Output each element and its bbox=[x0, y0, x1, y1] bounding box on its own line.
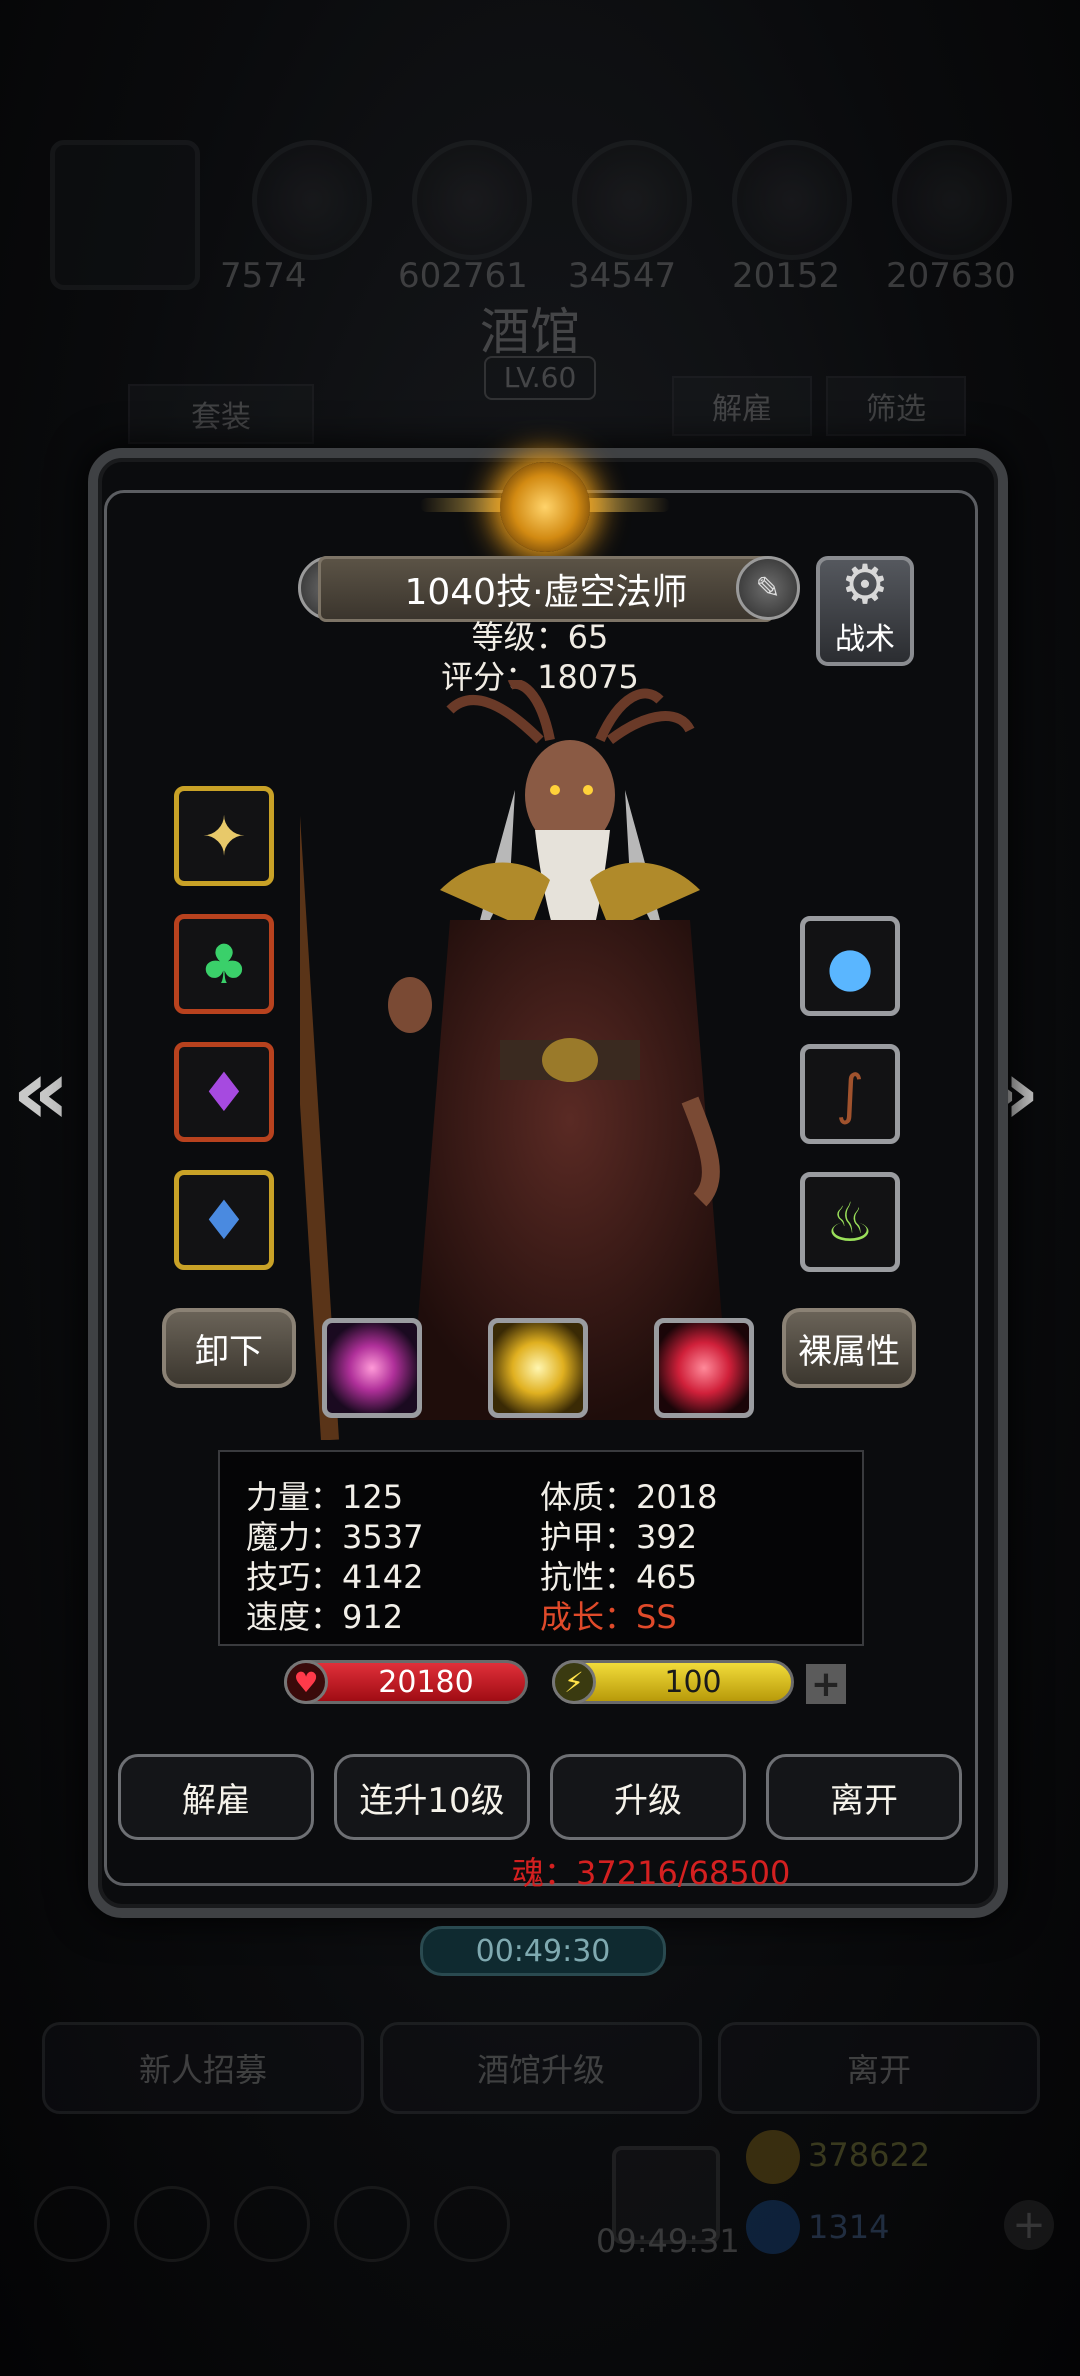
bottom-nav-icon-1[interactable] bbox=[34, 2186, 110, 2262]
orb-slot-blue-orb-icon[interactable]: ● bbox=[800, 916, 900, 1016]
countdown-timer: 00:49:30 bbox=[420, 1926, 666, 1976]
bottom-nav-icon-3[interactable] bbox=[234, 2186, 310, 2262]
lightning-icon: ⚡ bbox=[552, 1660, 596, 1704]
tab-filter[interactable]: 筛选 bbox=[826, 376, 966, 436]
resource-icon-2 bbox=[412, 140, 532, 260]
weapon-slot-scepter-icon[interactable]: ✦ bbox=[174, 786, 274, 886]
golden-emblem-icon bbox=[500, 462, 590, 552]
energy-value: 100 bbox=[664, 1664, 722, 1700]
fire-hero-button[interactable]: 解雇 bbox=[118, 1754, 314, 1840]
heart-icon: ♥ bbox=[284, 1660, 328, 1704]
gem-amount: 1314 bbox=[808, 2208, 890, 2246]
leave-button[interactable]: 离开 bbox=[766, 1754, 962, 1840]
gear-icon: ⚙ bbox=[840, 553, 890, 616]
tavern-leave-button[interactable]: 离开 bbox=[718, 2022, 1040, 2114]
bottom-nav-icon-5[interactable] bbox=[434, 2186, 510, 2262]
gold-coin-icon bbox=[746, 2130, 800, 2184]
resource-value-4: 20152 bbox=[732, 256, 841, 296]
stat-speed: 速度：912 bbox=[246, 1598, 404, 1636]
prev-hero-arrow-icon[interactable]: « bbox=[12, 1040, 70, 1145]
add-energy-button[interactable]: + bbox=[806, 1664, 846, 1705]
resource-value-3: 34547 bbox=[568, 256, 677, 296]
bottom-nav-icon-2[interactable] bbox=[134, 2186, 210, 2262]
recruit-button[interactable]: 新人招募 bbox=[42, 2022, 364, 2114]
tab-set[interactable]: 套装 bbox=[128, 384, 314, 444]
bottom-clock: 09:49:31 bbox=[596, 2222, 740, 2260]
tab-fire[interactable]: 解雇 bbox=[672, 376, 812, 436]
necklace-slot-purple-amulet-icon[interactable]: ♦ bbox=[174, 1042, 274, 1142]
skill-pink-crystal-icon[interactable] bbox=[322, 1318, 422, 1418]
resource-value-1: 7574 bbox=[220, 256, 307, 296]
upgrade-button[interactable]: 升级 bbox=[550, 1754, 746, 1840]
edit-name-icon[interactable]: ✎ bbox=[736, 556, 800, 620]
resource-value-2: 602761 bbox=[398, 256, 528, 296]
hp-value: 20180 bbox=[378, 1664, 474, 1700]
resource-icon-1 bbox=[252, 140, 372, 260]
unequip-button[interactable]: 卸下 bbox=[162, 1308, 296, 1388]
lantern-slot-icon[interactable]: ♨ bbox=[800, 1172, 900, 1272]
bottom-nav-icon-4[interactable] bbox=[334, 2186, 410, 2262]
page-title: 酒馆 bbox=[480, 303, 580, 361]
necklace-slot-blue-pendant-icon[interactable]: ♦ bbox=[174, 1170, 274, 1270]
armor-slot-green-robe-icon[interactable]: ♣ bbox=[174, 914, 274, 1014]
soul-progress: 魂：37216/68500 bbox=[512, 1854, 791, 1892]
resource-icon-5 bbox=[892, 140, 1012, 260]
add-currency-icon[interactable]: + bbox=[1004, 2200, 1054, 2250]
resource-icon-4 bbox=[732, 140, 852, 260]
item-portrait[interactable] bbox=[50, 140, 200, 290]
stat-growth: 成长：SS bbox=[540, 1598, 677, 1636]
skill-golden-burst-icon[interactable] bbox=[488, 1318, 588, 1418]
gold-amount: 378622 bbox=[808, 2136, 931, 2174]
gem-icon bbox=[746, 2200, 800, 2254]
resource-value-5: 207630 bbox=[886, 256, 1016, 296]
pipe-slot-icon[interactable]: ∫ bbox=[800, 1044, 900, 1144]
tavern-level-badge: LV.60 bbox=[484, 356, 596, 400]
upgrade-10-levels-button[interactable]: 连升10级 bbox=[334, 1754, 530, 1840]
resource-icon-3 bbox=[572, 140, 692, 260]
tavern-upgrade-button[interactable]: 酒馆升级 bbox=[380, 2022, 702, 2114]
bare-attributes-button[interactable]: 裸属性 bbox=[782, 1308, 916, 1388]
skill-red-slash-icon[interactable] bbox=[654, 1318, 754, 1418]
